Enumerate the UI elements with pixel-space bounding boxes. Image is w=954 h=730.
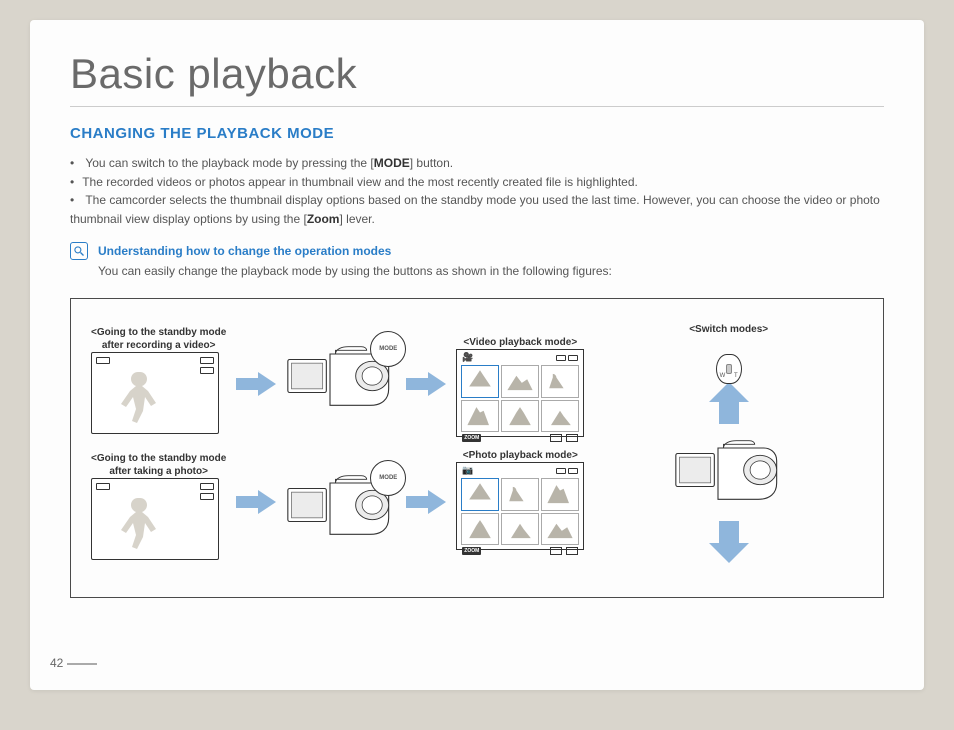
photo-thumbnail-grid: 📷 ZOOM [456, 462, 584, 550]
battery-icon [568, 468, 578, 474]
arrow-up-icon [705, 382, 753, 429]
card-icon [556, 468, 566, 474]
nav-icon [566, 547, 578, 555]
person-silhouette-icon [110, 493, 170, 553]
icon-battery [200, 357, 214, 364]
bullet-2: The recorded videos or photos appear in … [70, 173, 884, 192]
icon-hd [200, 367, 214, 374]
person-silhouette-icon [110, 367, 170, 427]
thumb-cell [461, 400, 499, 432]
thumb-cell [461, 513, 499, 545]
camera-switch [674, 431, 784, 514]
icon-hand [96, 483, 110, 490]
video-thumbnail-grid: 🎥 ZOOM [456, 349, 584, 437]
arrow-right-icon [236, 372, 276, 396]
nav-icon [566, 434, 578, 442]
icon-hd [200, 493, 214, 500]
note-body: You can easily change the playback mode … [98, 262, 612, 280]
nav-icon [550, 547, 562, 555]
icon-hand [96, 357, 110, 364]
nav-icon [550, 434, 562, 442]
manual-page: Basic playback CHANGING THE PLAYBACK MOD… [30, 20, 924, 690]
thumb-cell [541, 478, 579, 510]
standby-photo-screen [91, 478, 219, 560]
intro-bullets: You can switch to the playback mode by p… [70, 154, 884, 228]
caption-standby-video: <Going to the standby mode after recordi… [91, 326, 226, 352]
arrow-right-icon [236, 490, 276, 514]
arrow-right-icon [406, 372, 446, 396]
thumb-cell [501, 513, 539, 545]
thumb-cell [541, 365, 579, 397]
zoom-badge: ZOOM [462, 547, 481, 555]
camera-photo: MODE [286, 466, 396, 549]
note-block: Understanding how to change the operatio… [70, 242, 884, 280]
photo-icon: 📷 [462, 465, 473, 476]
thumb-cell [501, 478, 539, 510]
switch-modes-diagram: W T [674, 354, 784, 563]
mode-button-callout: MODE [370, 460, 406, 496]
diagram-box: <Going to the standby mode after recordi… [70, 298, 884, 598]
arrow-right-icon [406, 490, 446, 514]
card-icon [556, 355, 566, 361]
caption-standby-photo: <Going to the standby mode after taking … [91, 452, 226, 478]
thumb-cell [461, 365, 499, 397]
mode-button-callout: MODE [370, 331, 406, 367]
bullet-3: The camcorder selects the thumbnail disp… [70, 191, 884, 228]
caption-switch-modes: <Switch modes> [689, 323, 768, 336]
standby-video-screen [91, 352, 219, 434]
mode-key: MODE [374, 156, 410, 170]
battery-icon [568, 355, 578, 361]
note-title: Understanding how to change the operatio… [98, 242, 612, 260]
thumb-cell [501, 365, 539, 397]
zoom-key: Zoom [307, 212, 340, 226]
caption-photo-playback: <Photo playback mode> [456, 449, 584, 462]
thumb-cell [461, 478, 499, 510]
thumb-cell [541, 513, 579, 545]
icon-battery [200, 483, 214, 490]
thumb-cell [541, 400, 579, 432]
thumb-cell [501, 400, 539, 432]
video-icon: 🎥 [462, 352, 473, 363]
section-heading: CHANGING THE PLAYBACK MODE [70, 125, 884, 142]
zoom-badge: ZOOM [462, 434, 481, 442]
zoom-lever-icon: W T [716, 354, 742, 384]
bullet-1: You can switch to the playback mode by p… [70, 154, 884, 173]
caption-video-playback: <Video playback mode> [456, 336, 584, 349]
magnifier-icon [70, 242, 88, 260]
page-title: Basic playback [70, 50, 884, 107]
page-number: 42 [50, 656, 97, 670]
arrow-down-icon [705, 516, 753, 563]
camera-video: MODE [286, 337, 396, 420]
